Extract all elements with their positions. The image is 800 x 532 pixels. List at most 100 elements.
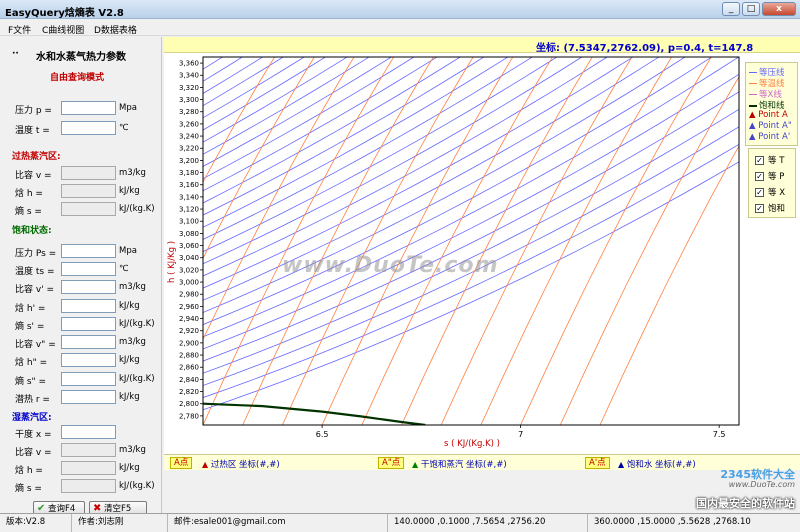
sh-h-field [61,184,116,198]
panel-title: 水和水蒸气热力参数 [36,52,126,63]
status-bar: 版本:V2.8 作者:刘志刚 邮件:esale001@gmail.com 140… [0,513,800,532]
isoquality-swatch-icon [749,94,757,95]
menu-bar: F文件 C曲线视图 D数据表格 [0,20,800,36]
sat-v2-field [61,335,116,349]
isobar-line [203,57,713,325]
isotherm-line [440,57,633,425]
isotherm-line [401,57,593,425]
y-tick-label: 3,140 [179,193,199,201]
sat-s2-unit: kJ/(kg.K) [119,374,155,384]
y-axis-label: h ( KJ/Kg ) [167,241,177,283]
sat-v2-label: 比容 v" = [15,340,56,350]
point-a2-tag[interactable]: A"点 [378,457,405,469]
legend-point-a2: ▲ Point A" [749,121,792,131]
triangle-icon: ▲ [749,110,756,120]
query-mode: 自由查询模式 [50,73,105,83]
sat-ps-unit: Mpa [119,246,137,256]
checkbox-checked-icon[interactable]: ✓ [755,204,764,213]
watermark: www.DuoTe.com [282,253,499,278]
close-button[interactable]: x [762,2,796,16]
wet-h-label: 焓 h = [15,466,43,476]
sat-h2-label: 焓 h" = [15,358,48,368]
plot-lines [203,57,739,425]
maximize-button[interactable]: □ [742,2,760,16]
menu-file[interactable]: F文件 [8,23,31,36]
status-point1: 140.0000 ,0.1000 ,7.5654 ,2756.20 [388,514,588,532]
isobar-line [203,57,415,180]
menu-curve-view[interactable]: C曲线视图 [42,23,84,36]
checkbox-checked-icon[interactable]: ✓ [755,156,764,165]
point-a1-tag[interactable]: A'点 [585,457,610,469]
status-email: 邮件:esale001@gmail.com [168,514,388,532]
toggle-isobar-label: 等 P [768,172,785,182]
isobar-line [203,57,204,58]
toggle-saturation-label: 饱和 [768,204,786,214]
point-a-text: 过热区 坐标(#,#) [210,460,280,470]
sat-s2-label: 熵 s" = [15,377,47,387]
y-tick-label: 3,000 [179,279,199,287]
superheated-title: 过热蒸汽区: [12,152,61,162]
isobar-line [203,91,739,362]
y-tick-label: 3,360 [179,60,199,68]
temperature-input[interactable] [61,121,116,135]
sat-ts-label: 温度 ts = [15,267,55,277]
y-tick-label: 3,200 [179,157,199,165]
sat-h1-unit: kJ/kg [119,301,140,311]
toggle-isobar[interactable]: ✓ 等 P [755,170,784,182]
pressure-label: 压力 p = [15,106,52,116]
isotherm-swatch-icon [749,83,757,84]
coordinate-bar: 坐标: (7.5347,2762.09), p=0.4, t=147.8 [164,37,800,54]
wet-x-field[interactable] [61,425,116,439]
y-tick-label: 3,100 [179,218,199,226]
toggle-isotherm[interactable]: ✓ 等 T [755,154,784,166]
header-mark: ·· [12,49,19,59]
sat-r-label: 潜热 r = [15,395,50,405]
y-tick-label: 2,980 [179,291,199,299]
y-tick-label: 2,800 [179,400,199,408]
y-tick-label: 3,160 [179,181,199,189]
wet-x-label: 干度 x = [15,430,52,440]
isobar-line [203,57,264,94]
sat-v1-unit: m3/kg [119,282,146,292]
toggle-saturation[interactable]: ✓ 饱和 [755,202,785,214]
y-tick-label: 2,880 [179,352,199,360]
pressure-input[interactable] [61,101,116,115]
x-tick-label: 7.5 [713,430,726,439]
minimize-button[interactable]: _ [722,2,740,16]
menu-data-table[interactable]: D数据表格 [94,23,137,36]
wet-h-field [61,461,116,475]
y-tick-label: 2,780 [179,412,199,420]
triangle-icon: ▲ [618,460,625,469]
point-a2-info: ▲ 干饱和蒸汽 坐标(#,#) [412,458,507,470]
isotherm-line [520,57,712,425]
toggle-isotherm-label: 等 T [768,156,785,166]
sat-h2-unit: kJ/kg [119,355,140,365]
chart-legend: 等压线 等温线 等X线 饱和线 ▲ Point A ▲ Point A" ▲ P… [745,62,798,146]
isobar-line [203,57,533,240]
isobar-line [203,57,608,277]
checkbox-checked-icon[interactable]: ✓ [755,172,764,181]
sat-s2-field [61,372,116,386]
plot-frame [202,56,740,426]
isobar-line [203,57,327,131]
point-a-tag[interactable]: A点 [170,457,193,469]
coordinate-readout: 坐标: (7.5347,2762.09), p=0.4, t=147.8 [536,43,754,54]
wet-v-unit: m3/kg [119,445,146,455]
y-tick-label: 2,860 [179,364,199,372]
toggle-isoquality[interactable]: ✓ 等 X [755,186,785,198]
x-tick-label: 7 [518,430,523,439]
y-tick-label: 3,220 [179,145,199,153]
saturation-swatch-icon [749,104,757,107]
isotherm-line [321,57,514,425]
sat-s1-unit: kJ/(kg.K) [119,319,155,329]
window-title: EasyQuery焓熵表 V2.8 [5,8,124,19]
isobar-line [203,57,583,265]
y-tick-label: 3,060 [179,242,199,250]
checkbox-checked-icon[interactable]: ✓ [755,188,764,197]
sat-ts-field[interactable] [61,262,116,276]
sat-r-unit: kJ/kg [119,392,140,402]
sat-ps-field[interactable] [61,244,116,258]
legend-point-a2-label: Point A" [758,121,792,131]
y-tick-label: 3,040 [179,254,199,262]
sat-ts-unit: ℃ [119,264,129,274]
